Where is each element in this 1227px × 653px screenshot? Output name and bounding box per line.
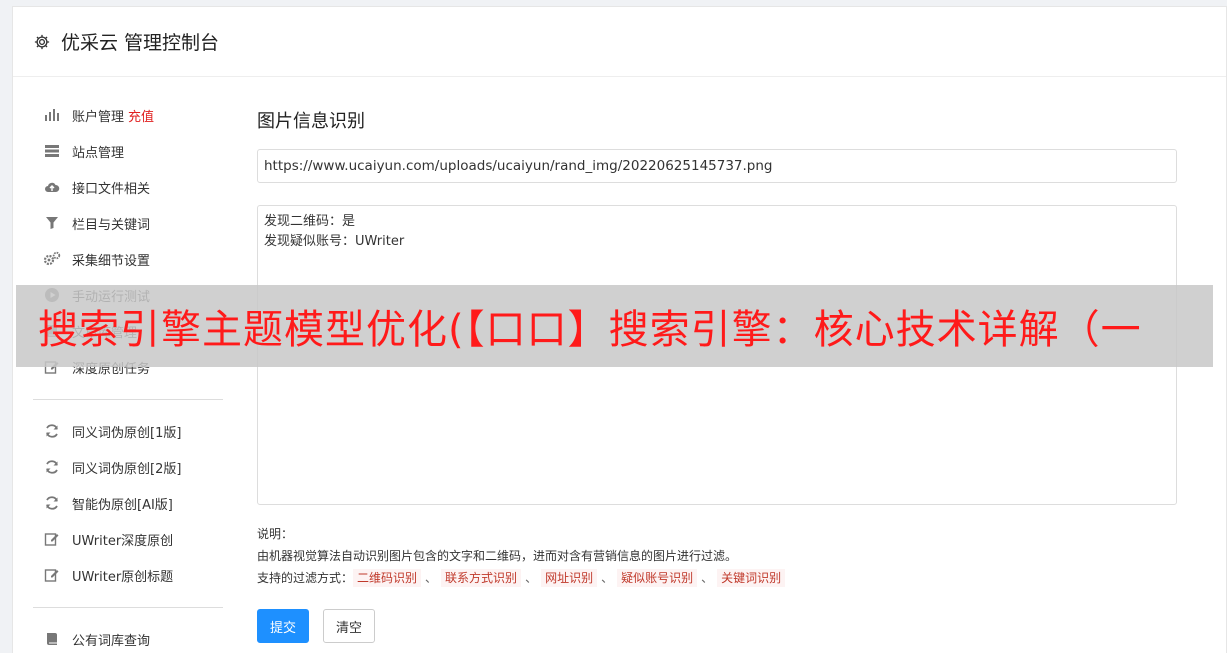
- sidebar-divider: [33, 607, 223, 608]
- sidebar-item[interactable]: 接口文件相关: [33, 169, 223, 205]
- sidebar-divider: [33, 399, 223, 400]
- sidebar: 账户管理充值站点管理接口文件相关栏目与关键词采集细节设置手动运行测试文章库管理深…: [33, 97, 223, 653]
- notes: 说明： 由机器视觉算法自动识别图片包含的文字和二维码，进而对含有营销信息的图片进…: [257, 523, 1177, 589]
- filter-separator: 、: [601, 571, 614, 585]
- notes-description: 由机器视觉算法自动识别图片包含的文字和二维码，进而对含有营销信息的图片进行过滤。: [257, 549, 738, 563]
- edit-icon: [43, 530, 61, 548]
- refresh-icon: [43, 458, 61, 476]
- filter-icon: [43, 214, 61, 232]
- submit-button[interactable]: 提交: [257, 609, 310, 643]
- sidebar-item[interactable]: 栏目与关键词: [33, 205, 223, 241]
- recharge-link[interactable]: 充值: [128, 106, 154, 125]
- sidebar-item[interactable]: 公有词库查询: [33, 621, 223, 653]
- main-content: 图片信息识别 说明： 由机器视觉算法自动识别图片包含的文字和二维码，进而对含有营…: [257, 107, 1177, 643]
- sidebar-item-label: 同义词伪原创[1版]: [72, 425, 182, 441]
- sidebar-item-label: 接口文件相关: [72, 181, 151, 197]
- sidebar-item[interactable]: 智能伪原创[AI版]: [33, 485, 223, 521]
- filter-tag: 疑似账号识别: [617, 569, 698, 587]
- sidebar-item[interactable]: 站点管理: [33, 133, 223, 169]
- sidebar-item[interactable]: 同义词伪原创[2版]: [33, 449, 223, 485]
- filter-tag: 二维码识别: [353, 569, 422, 587]
- sidebar-item[interactable]: 采集细节设置: [33, 241, 223, 277]
- filter-separator: 、: [701, 571, 714, 585]
- bar-chart-icon: [43, 106, 61, 124]
- sidebar-item[interactable]: UWriter原创标题: [33, 557, 223, 593]
- filter-separator: 、: [425, 571, 438, 585]
- header: 优采云 管理控制台: [13, 7, 1226, 77]
- sidebar-item-label: 采集细节设置: [72, 253, 151, 269]
- sidebar-item-label: 站点管理: [72, 145, 125, 161]
- sidebar-item-label: 公有词库查询: [72, 633, 151, 649]
- filter-tag: 关键词识别: [717, 569, 786, 587]
- notes-label: 说明：: [257, 527, 294, 541]
- sidebar-item[interactable]: 账户管理 充值: [33, 97, 223, 133]
- sidebar-item[interactable]: 同义词伪原创[1版]: [33, 413, 223, 449]
- filter-separator: 、: [525, 571, 538, 585]
- page-title: 优采云 管理控制台: [61, 32, 220, 54]
- sidebar-item-label: 栏目与关键词: [72, 217, 151, 233]
- filter-label: 支持的过滤方式：: [257, 571, 354, 585]
- sidebar-item-label: 同义词伪原创[2版]: [72, 461, 182, 477]
- sidebar-item-label: 账户管理: [72, 109, 125, 125]
- edit-icon: [43, 566, 61, 584]
- gears-icon: [43, 250, 61, 268]
- refresh-icon: [43, 494, 61, 512]
- filter-tag: 联系方式识别: [441, 569, 522, 587]
- cloud-upload-icon: [43, 178, 61, 196]
- filter-methods: 支持的过滤方式： 二维码识别、联系方式识别、网址识别、疑似账号识别、关键词识别: [257, 567, 1177, 589]
- banner-text: 搜索引擎主题模型优化(【口口】搜索引擎：核心技术详解（一: [38, 307, 1142, 353]
- filter-tag: 网址识别: [541, 569, 598, 587]
- clear-button[interactable]: 清空: [323, 609, 376, 643]
- sidebar-item-label: UWriter原创标题: [72, 569, 174, 585]
- sidebar-item-label: 智能伪原创[AI版]: [72, 497, 173, 513]
- sidebar-item[interactable]: UWriter深度原创: [33, 521, 223, 557]
- section-title: 图片信息识别: [257, 111, 365, 132]
- server-icon: [43, 142, 61, 160]
- button-row: 提交 清空: [257, 609, 1177, 643]
- overlay-banner: 搜索引擎主题模型优化(【口口】搜索引擎：核心技术详解（一: [16, 285, 1213, 367]
- image-url-input[interactable]: [257, 149, 1177, 183]
- gear-icon: [33, 33, 51, 51]
- book-icon: [43, 630, 61, 648]
- refresh-icon: [43, 422, 61, 440]
- sidebar-item-label: UWriter深度原创: [72, 533, 174, 549]
